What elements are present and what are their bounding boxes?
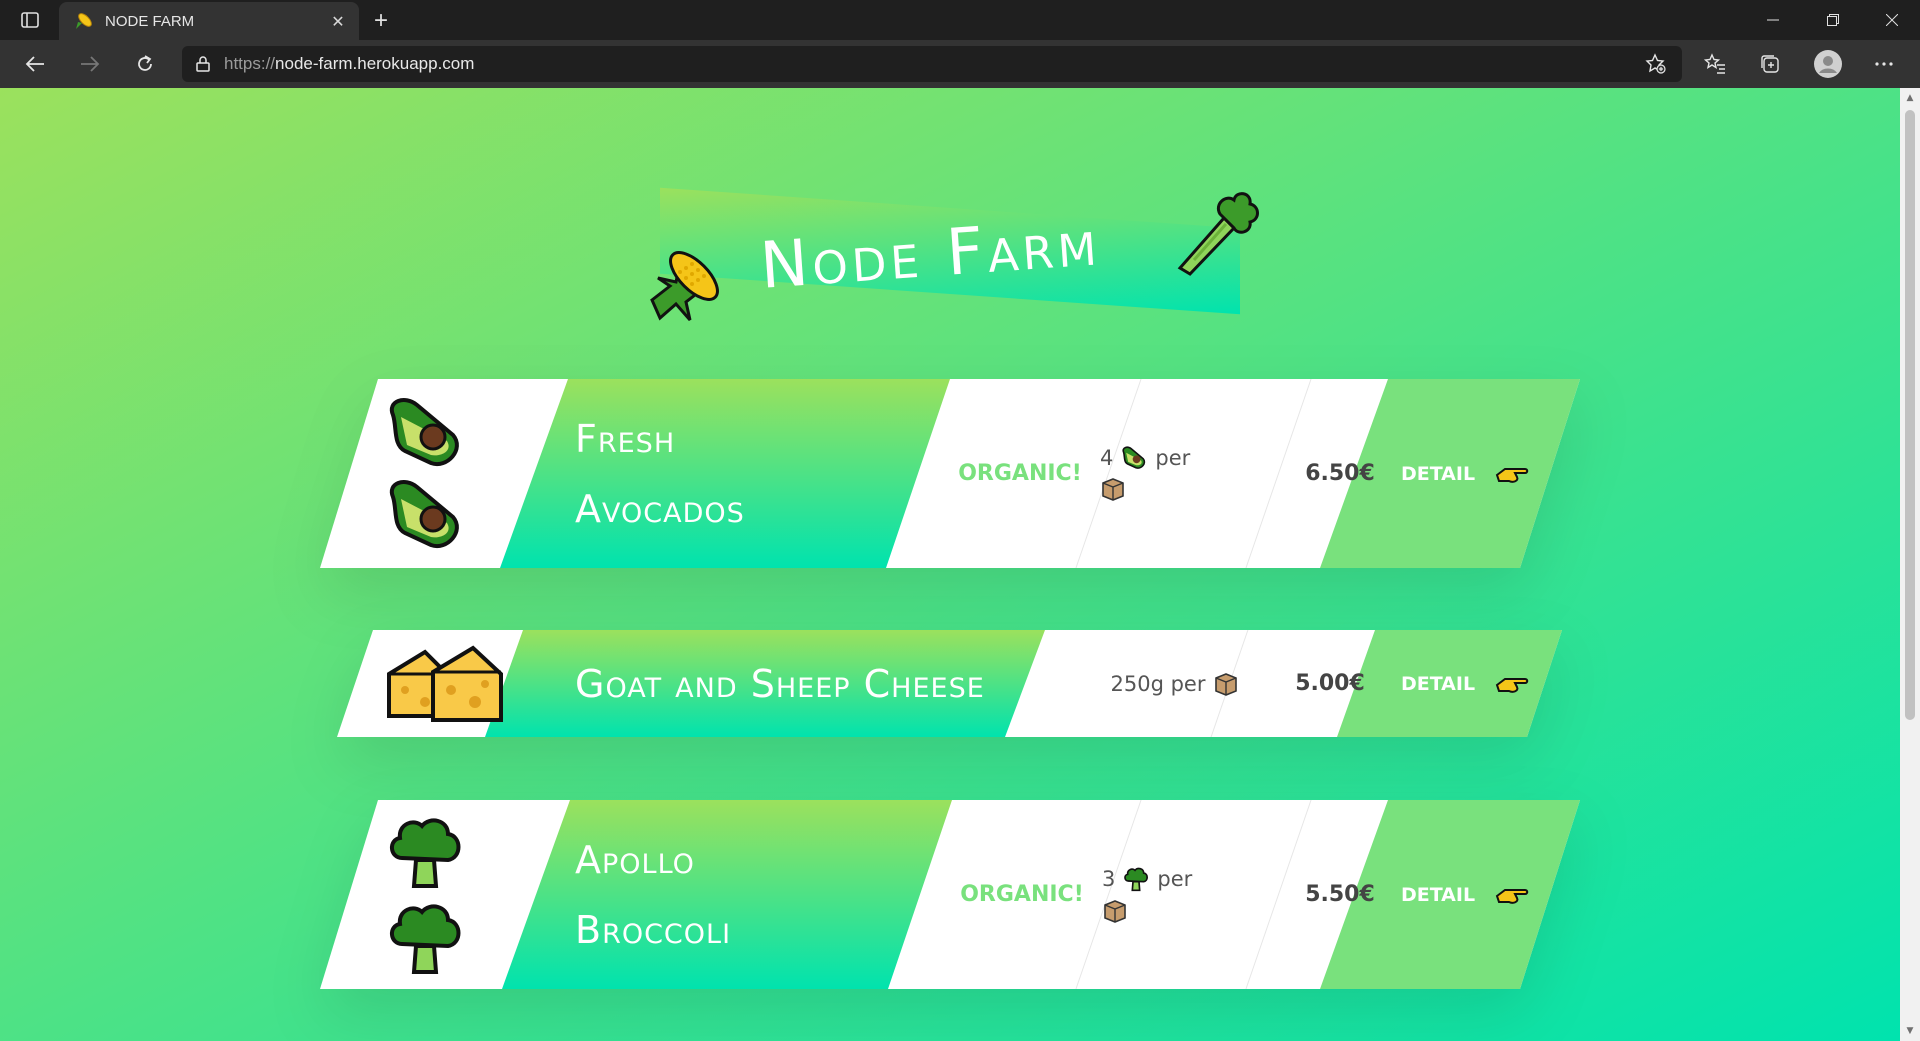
minimize-icon[interactable] xyxy=(1745,0,1801,40)
tab-title: NODE FARM xyxy=(105,12,195,30)
product-quantity: 4 per xyxy=(1100,379,1250,568)
forward-arrow-icon[interactable] xyxy=(72,48,108,80)
broccoli-icon xyxy=(390,903,461,974)
quantity-text: 250g per xyxy=(1110,671,1206,696)
scrollbar-thumb[interactable] xyxy=(1905,110,1915,720)
broccoli-emojis xyxy=(380,800,470,989)
organic-label: ORGANIC! xyxy=(960,882,1084,907)
corn-icon xyxy=(640,238,732,334)
browser-tab[interactable]: NODE FARM ✕ xyxy=(59,2,359,40)
quantity-number: 4 xyxy=(1100,445,1114,470)
favorites-icon[interactable] xyxy=(1697,48,1733,80)
product-name[interactable]: Apollo Broccoli xyxy=(575,800,905,989)
page-scrollbar[interactable]: ▲ ▼ xyxy=(1900,88,1920,1041)
corn-favicon-icon xyxy=(73,10,95,32)
reload-icon[interactable] xyxy=(127,48,163,80)
avocado-emojis xyxy=(380,379,470,568)
broccoli-small-icon xyxy=(1123,866,1149,892)
page-viewport: Node Farm Fresh Avocados ORGANIC! 4 per xyxy=(0,88,1900,1041)
close-window-icon[interactable] xyxy=(1864,0,1920,40)
restore-icon[interactable] xyxy=(1805,0,1861,40)
product-name-line1: Apollo xyxy=(575,837,695,882)
organic-label: ORGANIC! xyxy=(958,461,1082,486)
cheese-icon xyxy=(431,645,503,722)
lock-icon[interactable] xyxy=(196,56,210,72)
detail-label: DETAIL xyxy=(1400,462,1476,485)
quantity-per: per xyxy=(1155,445,1191,470)
url-scheme: https:// xyxy=(224,54,276,73)
broccoli-icon xyxy=(390,817,461,888)
avocado-icon xyxy=(389,397,459,466)
product-card-cheese: Goat and Sheep Cheese 250g per 5.00€ DET… xyxy=(320,630,1580,737)
product-quantity: 3 per xyxy=(1102,800,1252,989)
detail-label: DETAIL xyxy=(1400,672,1476,695)
detail-button[interactable]: DETAIL xyxy=(1385,379,1545,568)
pointing-hand-icon xyxy=(1495,677,1529,693)
profile-avatar-icon[interactable] xyxy=(1810,48,1846,80)
package-icon xyxy=(1100,476,1250,502)
url-host: node-farm.herokuapp.com xyxy=(275,54,475,73)
tab-close-icon[interactable]: ✕ xyxy=(325,8,351,34)
pointing-hand-icon xyxy=(1495,467,1529,483)
scroll-up-icon[interactable]: ▲ xyxy=(1900,90,1920,106)
package-icon xyxy=(1102,898,1252,924)
cheese-emojis xyxy=(380,630,510,737)
page-header: Node Farm xyxy=(600,128,1300,328)
pointing-hand-icon xyxy=(1495,888,1529,904)
product-name[interactable]: Fresh Avocados xyxy=(575,379,905,568)
detail-button[interactable]: DETAIL xyxy=(1385,800,1545,989)
avocado-small-icon xyxy=(1121,445,1147,470)
more-menu-icon[interactable] xyxy=(1866,48,1902,80)
scroll-down-icon[interactable]: ▼ xyxy=(1900,1023,1920,1039)
quantity-per: per xyxy=(1157,866,1193,891)
product-name[interactable]: Goat and Sheep Cheese xyxy=(575,630,1075,737)
product-card-avocados: Fresh Avocados ORGANIC! 4 per 6.50€ DETA… xyxy=(320,379,1580,568)
product-name-line2: Avocados xyxy=(575,486,745,531)
new-tab-button[interactable]: + xyxy=(366,6,396,36)
product-card-broccoli: Apollo Broccoli ORGANIC! 3 per 5.50€ DET… xyxy=(320,800,1580,989)
address-bar[interactable]: https://node-farm.herokuapp.com xyxy=(182,46,1682,82)
product-quantity: 250g per xyxy=(1090,630,1260,737)
browser-toolbar: https://node-farm.herokuapp.com xyxy=(0,40,1920,88)
celery-icon xyxy=(1170,186,1262,282)
avocado-icon xyxy=(389,479,459,548)
browser-titlebar: NODE FARM ✕ + xyxy=(0,0,1920,40)
detail-label: DETAIL xyxy=(1400,883,1476,906)
detail-button[interactable]: DETAIL xyxy=(1385,630,1545,737)
package-icon xyxy=(1213,671,1239,697)
back-arrow-icon[interactable] xyxy=(17,48,53,80)
quantity-number: 3 xyxy=(1102,866,1116,891)
tab-actions-icon[interactable] xyxy=(14,8,46,32)
product-name-line2: Broccoli xyxy=(575,907,732,952)
url-text: https://node-farm.herokuapp.com xyxy=(224,54,474,74)
collections-icon[interactable] xyxy=(1752,48,1788,80)
add-favorite-icon[interactable] xyxy=(1638,48,1674,80)
product-name-line1: Fresh xyxy=(575,416,676,461)
